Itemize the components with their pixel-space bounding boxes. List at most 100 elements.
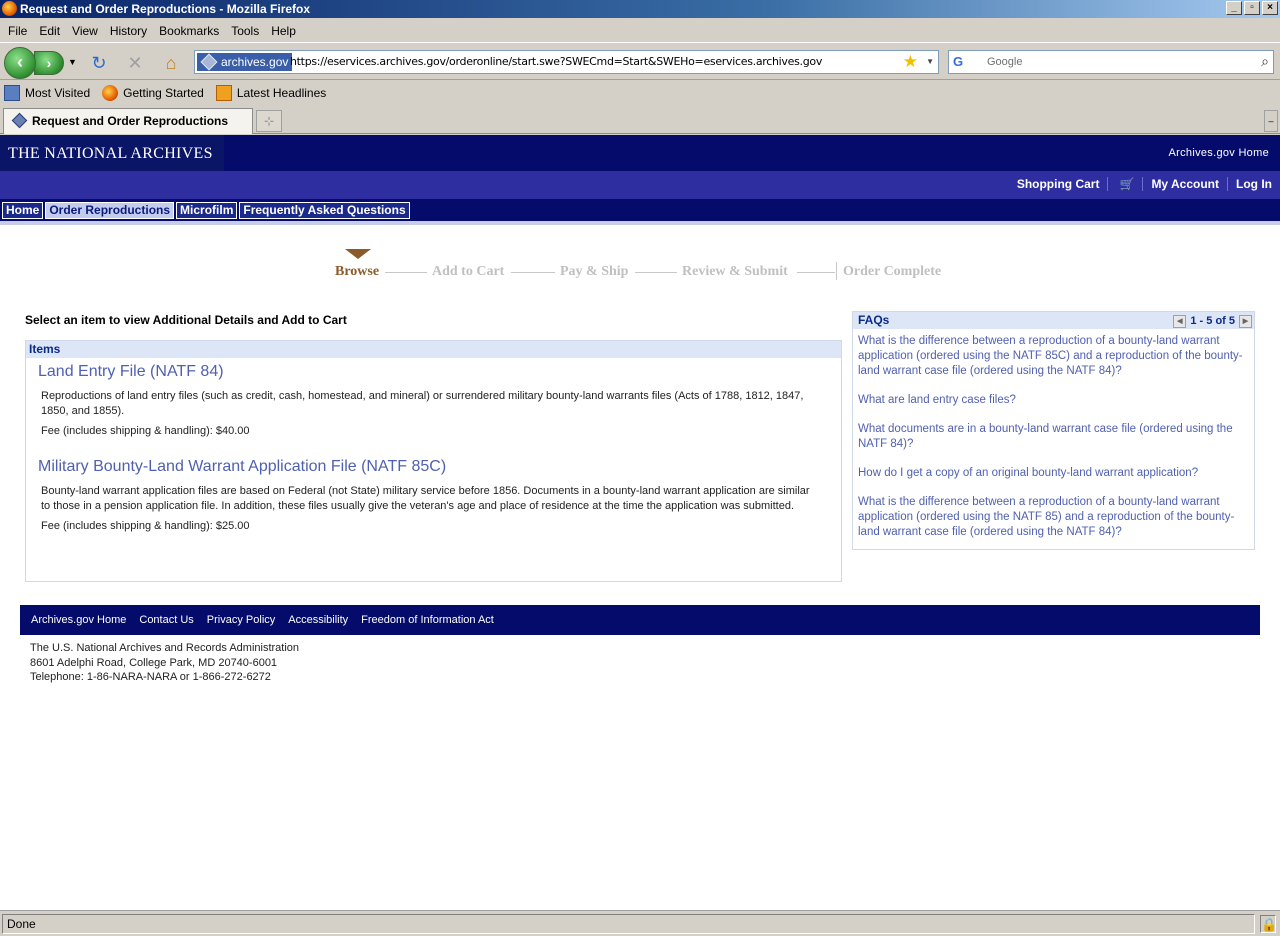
step-order-complete: Order Complete xyxy=(843,264,942,279)
item-title-link[interactable]: Military Bounty-Land Warrant Application… xyxy=(38,458,818,476)
faq-panel: FAQs ◀ 1 - 5 of 5 ▶ What is the differen… xyxy=(852,311,1255,550)
shopping-cart-label: Shopping Cart xyxy=(1008,177,1109,191)
tab-list-button[interactable]: – xyxy=(1264,110,1278,132)
nav-home[interactable]: Home xyxy=(2,202,44,219)
step-connector xyxy=(635,272,677,273)
pager-text: 1 - 5 of 5 xyxy=(1190,315,1235,327)
site-identity-button[interactable]: archives.gov xyxy=(197,53,293,71)
prev-page-icon[interactable]: ◀ xyxy=(1173,315,1187,328)
bookmark-label: Getting Started xyxy=(123,86,204,100)
faq-title: FAQs xyxy=(858,313,890,327)
nav-microfilm[interactable]: Microfilm xyxy=(176,202,238,219)
user-bar: Shopping Cart 🛒 My Account Log In xyxy=(0,171,1280,199)
step-add-to-cart: Add to Cart xyxy=(432,264,505,279)
site-logo[interactable]: THE NATIONAL ARCHIVES xyxy=(0,135,224,171)
home-icon[interactable]: ⌂ xyxy=(160,52,182,74)
restore-button[interactable]: ▫ xyxy=(1244,1,1260,15)
search-input[interactable]: Google xyxy=(987,56,1022,68)
next-page-icon[interactable]: ▶ xyxy=(1239,315,1252,328)
url-text[interactable]: https://eservices.archives.gov/orderonli… xyxy=(290,55,822,68)
bookmark-latest-headlines[interactable]: Latest Headlines xyxy=(215,85,327,101)
tab-request-order[interactable]: Request and Order Reproductions xyxy=(3,108,253,134)
page-heading: Select an item to view Additional Detail… xyxy=(25,313,347,327)
menu-view[interactable]: View xyxy=(66,24,104,38)
history-dropdown-icon[interactable]: ▼ xyxy=(68,57,77,67)
menu-history[interactable]: History xyxy=(104,24,153,38)
rss-icon xyxy=(215,85,232,101)
url-dropdown-icon[interactable]: ▼ xyxy=(926,57,934,66)
menu-file[interactable]: File xyxy=(2,24,33,38)
back-button[interactable]: ‹ xyxy=(4,47,36,79)
log-in-link[interactable]: Log In xyxy=(1228,177,1272,191)
order-steps: Browse Add to Cart Pay & Ship Review & S… xyxy=(335,247,955,280)
step-browse: Browse xyxy=(335,264,380,279)
minimize-button[interactable]: _ xyxy=(1226,1,1242,15)
step-divider xyxy=(836,262,837,280)
cart-icon: 🛒 xyxy=(1119,177,1135,191)
bookmark-star-icon[interactable]: ★ xyxy=(903,52,918,72)
item-fee: Fee (includes shipping & handling): $40.… xyxy=(41,425,250,437)
archives-home-link[interactable]: Archives.gov Home xyxy=(1169,147,1269,159)
faq-list: What is the difference between a reprodu… xyxy=(853,329,1254,540)
bookmark-most-visited[interactable]: Most Visited xyxy=(4,85,90,101)
menu-tools[interactable]: Tools xyxy=(225,24,265,38)
items-header: Items xyxy=(26,341,841,358)
site-header: THE NATIONAL ARCHIVES Archives.gov Home xyxy=(0,135,1280,171)
page-content: THE NATIONAL ARCHIVES Archives.gov Home … xyxy=(0,135,1280,910)
address-line: The U.S. National Archives and Records A… xyxy=(30,642,300,654)
footer-contact-us[interactable]: Contact Us xyxy=(139,614,193,626)
footer-links: Archives.gov Home Contact Us Privacy Pol… xyxy=(20,605,1260,635)
address-line: 8601 Adelphi Road, College Park, MD 2074… xyxy=(30,656,278,669)
bookmark-label: Latest Headlines xyxy=(236,86,327,100)
item-description: Bounty-land warrant application files ar… xyxy=(41,485,810,512)
stop-icon[interactable]: ✕ xyxy=(124,52,146,74)
faq-link[interactable]: What is the difference between a reprodu… xyxy=(858,334,1249,379)
my-account-link[interactable]: My Account xyxy=(1143,177,1228,191)
item-bounty-land: Military Bounty-Land Warrant Application… xyxy=(38,458,818,532)
step-review-submit: Review & Submit xyxy=(682,264,788,279)
user-links: Shopping Cart 🛒 My Account Log In xyxy=(1001,177,1272,191)
footer-foia[interactable]: Freedom of Information Act xyxy=(361,614,494,626)
footer-privacy-policy[interactable]: Privacy Policy xyxy=(207,614,275,626)
footer-address: The U.S. National Archives and Records A… xyxy=(30,641,299,685)
nav-faq[interactable]: Frequently Asked Questions xyxy=(239,202,410,219)
menu-help[interactable]: Help xyxy=(265,24,302,38)
faq-link[interactable]: What documents are in a bounty-land warr… xyxy=(858,422,1249,452)
step-pay-ship: Pay & Ship xyxy=(560,264,629,279)
lock-icon[interactable]: 🔒 xyxy=(1260,915,1277,933)
footer-accessibility[interactable]: Accessibility xyxy=(288,614,348,626)
tab-bar: Request and Order Reproductions ⊹ – xyxy=(0,106,1280,134)
navigation-toolbar: › ‹ ▼ ↻ ✕ ⌂ archives.gov https://eservic… xyxy=(0,42,1280,80)
new-tab-button[interactable]: ⊹ xyxy=(256,110,282,132)
step-connector xyxy=(797,272,835,273)
url-bar[interactable]: archives.gov https://eservices.archives.… xyxy=(194,50,939,74)
tab-label: Request and Order Reproductions xyxy=(32,114,229,128)
site-identity-icon xyxy=(200,53,218,71)
nav-order-reproductions[interactable]: Order Reproductions xyxy=(45,202,175,219)
item-description: Reproductions of land entry files (such … xyxy=(41,390,804,417)
faq-link[interactable]: What are land entry case files? xyxy=(858,393,1249,408)
menu-bar: File Edit View History Bookmarks Tools H… xyxy=(0,20,1280,42)
step-connector xyxy=(511,272,555,273)
firefox-icon xyxy=(2,1,17,16)
item-title-link[interactable]: Land Entry File (NATF 84) xyxy=(38,363,818,381)
item-land-entry: Land Entry File (NATF 84) Reproductions … xyxy=(38,363,818,437)
faq-link[interactable]: How do I get a copy of an original bount… xyxy=(858,466,1249,481)
bookmark-getting-started[interactable]: Getting Started xyxy=(102,85,204,101)
footer-archives-home[interactable]: Archives.gov Home xyxy=(31,614,126,626)
faq-header: FAQs ◀ 1 - 5 of 5 ▶ xyxy=(853,312,1254,329)
nav-divider xyxy=(0,221,1280,225)
shopping-cart-link[interactable]: Shopping Cart 🛒 xyxy=(1001,177,1144,191)
reload-icon[interactable]: ↻ xyxy=(88,52,110,74)
window-title: Request and Order Reproductions - Mozill… xyxy=(20,2,311,16)
forward-button[interactable]: › xyxy=(34,51,64,75)
status-text: Done xyxy=(2,914,1255,934)
site-identity-label: archives.gov xyxy=(221,55,289,69)
search-icon[interactable]: ⌕ xyxy=(1261,53,1269,70)
faq-link[interactable]: What is the difference between a reprodu… xyxy=(858,495,1249,540)
menu-edit[interactable]: Edit xyxy=(33,24,66,38)
search-bar[interactable]: G Google ⌕ xyxy=(948,50,1274,74)
menu-bookmarks[interactable]: Bookmarks xyxy=(153,24,225,38)
close-button[interactable]: × xyxy=(1262,1,1278,15)
search-engine-icon[interactable]: G xyxy=(951,53,981,71)
